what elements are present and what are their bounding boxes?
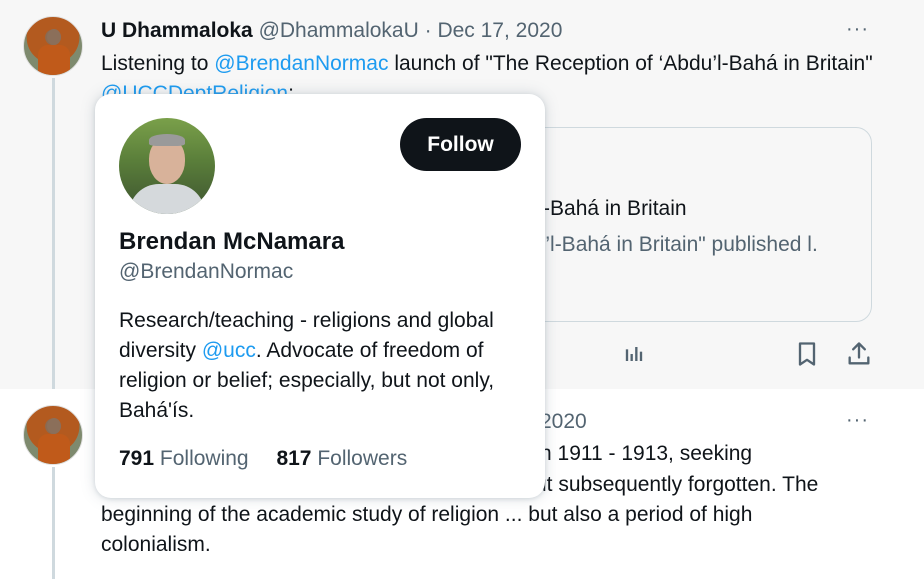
profile-stats: 791 Following 817 Followers	[119, 447, 429, 471]
tweet-text-line3: beginning of the academic study of relig…	[101, 503, 753, 526]
thread-line	[52, 78, 55, 389]
followers-count: 817	[276, 447, 312, 470]
author-avatar-2[interactable]	[23, 405, 83, 465]
tweet-date[interactable]: Dec 17, 2020	[437, 19, 562, 42]
card-title: u’l-Bahá in Britain	[522, 197, 687, 220]
author-avatar[interactable]	[23, 16, 83, 76]
followers-stat[interactable]: 817 Followers	[276, 447, 407, 471]
tweet-text-line4: colonialism.	[101, 533, 211, 556]
following-label: Following	[159, 447, 249, 470]
more-options-icon-2[interactable]: ···	[846, 409, 869, 432]
tweet-header: U Dhammaloka @DhammalokaU · Dec 17, 2020	[101, 18, 562, 44]
profile-avatar[interactable]	[119, 118, 215, 214]
following-stat[interactable]: 791 Following	[119, 447, 249, 471]
follow-button[interactable]: Follow	[400, 118, 521, 171]
analytics-icon[interactable]	[620, 340, 648, 368]
tweet-text-line2: ut subsequently forgotten. The	[535, 473, 819, 496]
profile-handle[interactable]: @BrendanNormac	[119, 260, 293, 284]
share-icon[interactable]	[845, 340, 873, 368]
avatar-head	[47, 29, 61, 45]
tweet-text-line1: n 1911 - 1913, seeking	[540, 442, 753, 465]
bookmark-icon[interactable]	[793, 340, 821, 368]
avatar-shirt	[129, 184, 205, 214]
text-segment: launch of "The Reception of ‘Abdu’l-Bahá…	[388, 52, 873, 75]
avatar-head	[47, 418, 61, 434]
handle[interactable]: @DhammalokaU	[259, 19, 419, 42]
avatar-figure	[38, 434, 70, 464]
avatar-hair	[149, 134, 185, 146]
more-options-icon[interactable]: ···	[846, 18, 869, 41]
avatar-figure	[38, 45, 70, 75]
followers-label: Followers	[317, 447, 408, 470]
profile-hover-card[interactable]: Follow Brendan McNamara @BrendanNormac R…	[95, 94, 545, 498]
card-description: du’l-Bahá in Britain" published l.	[522, 233, 818, 256]
bio-mention-link[interactable]: @ucc	[202, 339, 256, 362]
tweet-date-2[interactable]: 2020	[540, 409, 587, 435]
profile-name[interactable]: Brendan McNamara	[119, 228, 344, 256]
profile-bio: Research/teaching - religions and global…	[119, 306, 519, 426]
thread-line-2	[52, 467, 55, 579]
display-name[interactable]: U Dhammaloka	[101, 19, 253, 42]
separator: ·	[424, 19, 432, 42]
following-count: 791	[119, 447, 155, 470]
mention-link[interactable]: @BrendanNormac	[214, 52, 388, 75]
text-segment: Listening to	[101, 52, 215, 75]
